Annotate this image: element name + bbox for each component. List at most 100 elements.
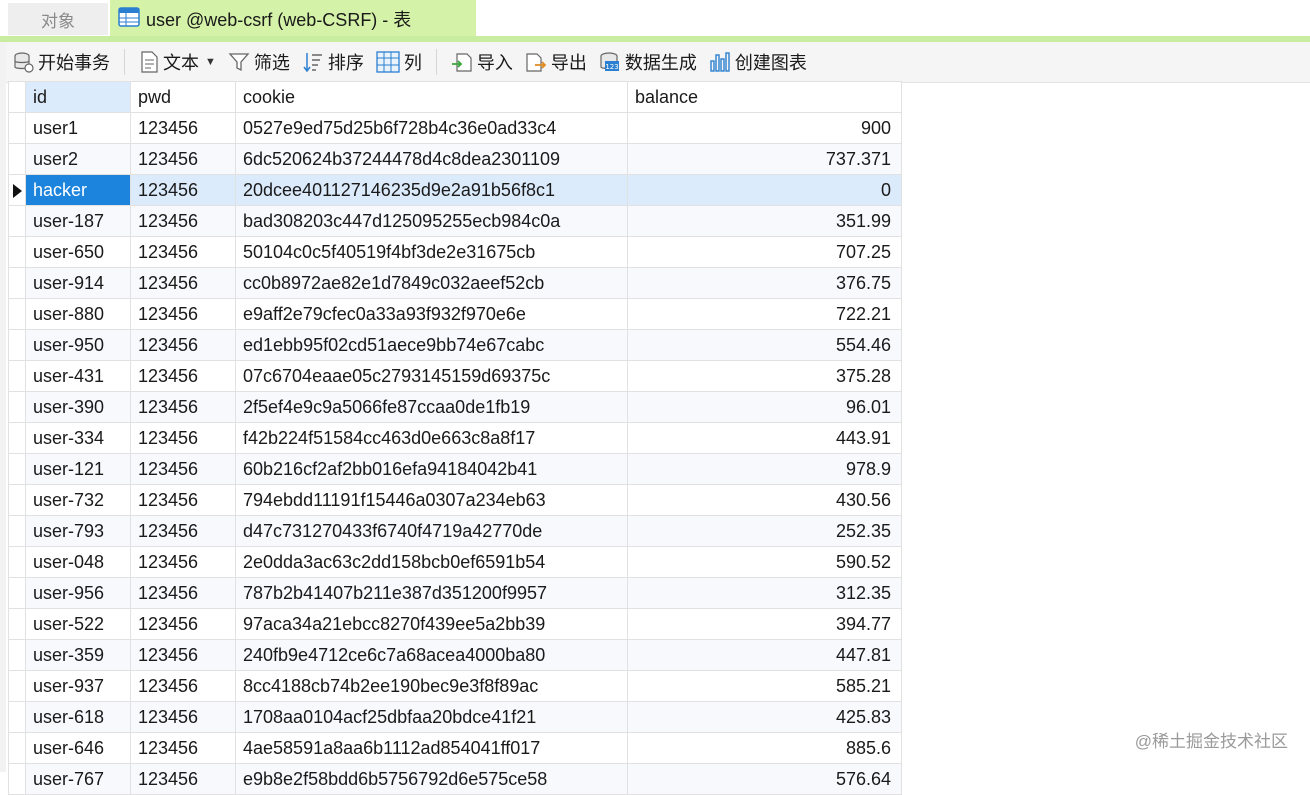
cell-balance[interactable]: 430.56 (627, 484, 902, 516)
cell-balance[interactable]: 554.46 (627, 329, 902, 361)
cell-balance[interactable]: 312.35 (627, 577, 902, 609)
column-header-balance[interactable]: balance (627, 81, 902, 113)
table-row[interactable]: user-121 123456 60b216cf2af2bb016efa941840… (8, 453, 902, 485)
import-button[interactable]: 导入 (445, 45, 519, 79)
cell-pwd[interactable]: 123456 (130, 236, 236, 268)
table-row[interactable]: user-880 123456 e9aff2e79cfec0a33a93f932f9… (8, 298, 902, 330)
cell-cookie[interactable]: 97aca34a21ebcc8270f439ee5a2bb39 (235, 608, 628, 640)
cell-cookie[interactable]: 0527e9ed75d25b6f728b4c36e0ad33c4 (235, 112, 628, 144)
table-row[interactable]: user-956 123456 787b2b41407b211e387d351200… (8, 577, 902, 609)
row-indicator[interactable] (8, 112, 26, 144)
table-row[interactable]: user-937 123456 8cc4188cb74b2ee190bec9e3f8… (8, 670, 902, 702)
row-indicator[interactable] (8, 670, 26, 702)
columns-button[interactable]: 列 (370, 45, 428, 79)
row-indicator[interactable] (8, 484, 26, 516)
cell-id[interactable]: user-732 (25, 484, 131, 516)
cell-cookie[interactable]: 240fb9e4712ce6c7a68acea4000ba80 (235, 639, 628, 671)
table-row[interactable]: hacker 123456 20dcee401127146235d9e2a91b56… (8, 174, 902, 206)
table-row[interactable]: user-732 123456 794ebdd11191f15446a0307a23… (8, 484, 902, 516)
row-indicator[interactable] (8, 701, 26, 733)
cell-pwd[interactable]: 123456 (130, 143, 236, 175)
cell-id[interactable]: user-767 (25, 763, 131, 795)
cell-balance[interactable]: 576.64 (627, 763, 902, 795)
cell-balance[interactable]: 707.25 (627, 236, 902, 268)
cell-balance[interactable]: 737.371 (627, 143, 902, 175)
cell-cookie[interactable]: 60b216cf2af2bb016efa94184042b41 (235, 453, 628, 485)
row-indicator[interactable] (8, 639, 26, 671)
cell-id[interactable]: user-187 (25, 205, 131, 237)
cell-cookie[interactable]: 20dcee401127146235d9e2a91b56f8c1 (235, 174, 628, 206)
cell-balance[interactable]: 376.75 (627, 267, 902, 299)
column-header-cookie[interactable]: cookie (235, 81, 628, 113)
table-row[interactable]: user-793 123456 d47c731270433f6740f4719a42… (8, 515, 902, 547)
table-row[interactable]: user-334 123456 f42b224f51584cc463d0e663c8… (8, 422, 902, 454)
cell-cookie[interactable]: cc0b8972ae82e1d7849c032aeef52cb (235, 267, 628, 299)
column-header-id[interactable]: id (25, 81, 131, 113)
cell-cookie[interactable]: d47c731270433f6740f4719a42770de (235, 515, 628, 547)
cell-cookie[interactable]: 4ae58591a8aa6b1112ad854041ff017 (235, 732, 628, 764)
cell-cookie[interactable]: e9b8e2f58bdd6b5756792d6e575ce58 (235, 763, 628, 795)
row-indicator[interactable] (8, 205, 26, 237)
table-row[interactable]: user1 123456 0527e9ed75d25b6f728b4c36e0ad3… (8, 112, 902, 144)
cell-pwd[interactable]: 123456 (130, 639, 236, 671)
chevron-down-icon[interactable]: ▼ (205, 56, 216, 68)
cell-pwd[interactable]: 123456 (130, 732, 236, 764)
cell-pwd[interactable]: 123456 (130, 360, 236, 392)
cell-pwd[interactable]: 123456 (130, 577, 236, 609)
cell-balance[interactable]: 900 (627, 112, 902, 144)
row-indicator[interactable] (8, 422, 26, 454)
row-indicator[interactable] (8, 763, 26, 795)
sort-button[interactable]: 排序 (296, 45, 370, 79)
cell-id[interactable]: user1 (25, 112, 131, 144)
cell-cookie[interactable]: 6dc520624b37244478d4c8dea2301109 (235, 143, 628, 175)
cell-balance[interactable]: 585.21 (627, 670, 902, 702)
cell-pwd[interactable]: 123456 (130, 484, 236, 516)
cell-balance[interactable]: 394.77 (627, 608, 902, 640)
cell-cookie[interactable]: e9aff2e79cfec0a33a93f932f970e6e (235, 298, 628, 330)
cell-balance[interactable]: 885.6 (627, 732, 902, 764)
table-row[interactable]: user-390 123456 2f5ef4e9c9a5066fe87ccaa0de… (8, 391, 902, 423)
cell-pwd[interactable]: 123456 (130, 515, 236, 547)
cell-cookie[interactable]: ed1ebb95f02cd51aece9bb74e67cabc (235, 329, 628, 361)
cell-id[interactable]: user-390 (25, 391, 131, 423)
cell-id[interactable]: user-618 (25, 701, 131, 733)
data-generation-button[interactable]: 123 数据生成 (593, 45, 703, 79)
cell-id[interactable]: user-522 (25, 608, 131, 640)
row-indicator[interactable] (8, 515, 26, 547)
cell-pwd[interactable]: 123456 (130, 670, 236, 702)
cell-id[interactable]: user-793 (25, 515, 131, 547)
row-indicator[interactable] (8, 732, 26, 764)
cell-balance[interactable]: 443.91 (627, 422, 902, 454)
table-row[interactable]: user-646 123456 4ae58591a8aa6b1112ad854041… (8, 732, 902, 764)
cell-pwd[interactable]: 123456 (130, 701, 236, 733)
cell-balance[interactable]: 252.35 (627, 515, 902, 547)
cell-id[interactable]: hacker (25, 174, 131, 206)
table-row[interactable]: user-950 123456 ed1ebb95f02cd51aece9bb74e6… (8, 329, 902, 361)
row-indicator[interactable] (8, 329, 26, 361)
cell-cookie[interactable]: 07c6704eaae05c2793145159d69375c (235, 360, 628, 392)
cell-id[interactable]: user-048 (25, 546, 131, 578)
cell-id[interactable]: user-359 (25, 639, 131, 671)
row-indicator[interactable] (8, 546, 26, 578)
tab-user-table[interactable]: user @web-csrf (web-CSRF) - 表 (110, 0, 476, 38)
row-indicator[interactable] (8, 267, 26, 299)
cell-cookie[interactable]: 794ebdd11191f15446a0307a234eb63 (235, 484, 628, 516)
row-indicator[interactable] (8, 143, 26, 175)
cell-pwd[interactable]: 123456 (130, 267, 236, 299)
table-row[interactable]: user-914 123456 cc0b8972ae82e1d7849c032aee… (8, 267, 902, 299)
cell-id[interactable]: user-650 (25, 236, 131, 268)
row-indicator[interactable] (8, 608, 26, 640)
cell-pwd[interactable]: 123456 (130, 205, 236, 237)
cell-cookie[interactable]: 787b2b41407b211e387d351200f9957 (235, 577, 628, 609)
table-row[interactable]: user-767 123456 e9b8e2f58bdd6b5756792d6e57… (8, 763, 902, 795)
cell-pwd[interactable]: 123456 (130, 763, 236, 795)
create-chart-button[interactable]: 创建图表 (703, 45, 813, 79)
cell-pwd[interactable]: 123456 (130, 546, 236, 578)
cell-balance[interactable]: 351.99 (627, 205, 902, 237)
cell-id[interactable]: user-334 (25, 422, 131, 454)
cell-id[interactable]: user-937 (25, 670, 131, 702)
cell-id[interactable]: user-914 (25, 267, 131, 299)
cell-balance[interactable]: 425.83 (627, 701, 902, 733)
table-row[interactable]: user-187 123456 bad308203c447d125095255ecb… (8, 205, 902, 237)
cell-balance[interactable]: 722.21 (627, 298, 902, 330)
